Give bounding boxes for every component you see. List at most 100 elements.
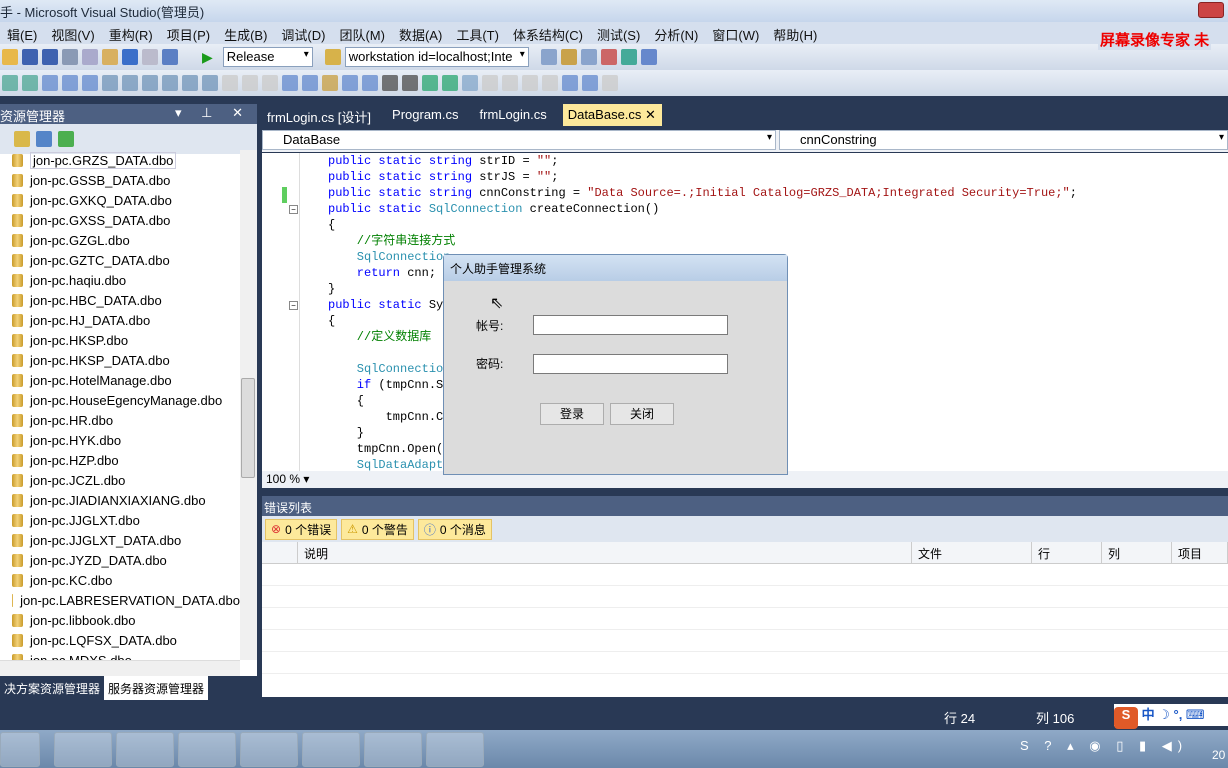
vs-taskbar-icon[interactable] bbox=[0, 732, 40, 767]
close-button[interactable]: 关闭 bbox=[610, 403, 674, 425]
toolbar-tool-icon[interactable] bbox=[482, 75, 498, 91]
taskbar-app-icon[interactable] bbox=[54, 732, 112, 767]
tree-item[interactable]: jon-pc.GXKQ_DATA.dbo bbox=[0, 190, 240, 210]
tab-solution-explorer[interactable]: 决方案资源管理器 bbox=[0, 676, 104, 700]
menu-item[interactable]: 重构(R) bbox=[102, 22, 160, 44]
tree-item[interactable]: jon-pc.GRZS_DATA.dbo bbox=[0, 150, 240, 170]
document-tab[interactable]: frmLogin.cs bbox=[475, 104, 563, 126]
tree-item[interactable]: jon-pc.MDXS.dbo bbox=[0, 650, 240, 660]
tree-item[interactable]: jon-pc.HZP.dbo bbox=[0, 450, 240, 470]
tree-item[interactable]: jon-pc.LABRESERVATION_DATA.dbo bbox=[0, 590, 240, 610]
collapse-icon[interactable]: − bbox=[289, 301, 298, 310]
tree-item[interactable]: jon-pc.HJ_DATA.dbo bbox=[0, 310, 240, 330]
scrollbar-thumb[interactable] bbox=[241, 378, 255, 478]
taskbar-app-icon[interactable] bbox=[364, 732, 422, 767]
tree-item[interactable]: jon-pc.JYZD_DATA.dbo bbox=[0, 550, 240, 570]
toolbar-tool-icon[interactable] bbox=[322, 75, 338, 91]
taskbar-app-icon[interactable] bbox=[116, 732, 174, 767]
tree-item[interactable]: jon-pc.HBC_DATA.dbo bbox=[0, 290, 240, 310]
document-tab[interactable]: Program.cs bbox=[387, 104, 474, 126]
toolbar-tool-icon[interactable] bbox=[620, 49, 637, 65]
menu-item[interactable]: 项目(P) bbox=[160, 22, 217, 44]
explorer-taskbar-icon[interactable] bbox=[178, 732, 236, 767]
toolbar-tool-icon[interactable] bbox=[302, 75, 318, 91]
close-window-button[interactable] bbox=[1198, 2, 1224, 18]
connect-server-icon[interactable] bbox=[36, 131, 52, 147]
sogou-icon[interactable]: S bbox=[1114, 707, 1138, 729]
toolbar-tool-icon[interactable] bbox=[540, 49, 557, 65]
toolbar-tool-icon[interactable] bbox=[382, 75, 398, 91]
account-input[interactable] bbox=[533, 315, 728, 335]
menu-item[interactable]: 窗口(W) bbox=[705, 22, 766, 44]
toolbar-tool-icon[interactable] bbox=[442, 75, 458, 91]
toolbar-tool-icon[interactable] bbox=[600, 49, 617, 65]
document-tab[interactable]: DataBase.cs ✕ bbox=[562, 104, 662, 126]
tree-item[interactable]: jon-pc.HotelManage.dbo bbox=[0, 370, 240, 390]
toolbar-tool-icon[interactable] bbox=[102, 75, 118, 91]
tree-item[interactable]: jon-pc.HYK.dbo bbox=[0, 430, 240, 450]
tree-item[interactable]: jon-pc.GZTC_DATA.dbo bbox=[0, 250, 240, 270]
tree-item[interactable]: jon-pc.haqiu.dbo bbox=[0, 270, 240, 290]
toolbar-tool-icon[interactable] bbox=[262, 75, 278, 91]
taskbar-app-icon[interactable] bbox=[302, 732, 360, 767]
taskbar-app-icon[interactable] bbox=[426, 732, 484, 767]
menu-item[interactable]: 辑(E) bbox=[0, 22, 44, 44]
member-select[interactable]: cnnConstring bbox=[779, 130, 1228, 150]
tree-item[interactable]: jon-pc.JIADIANXIAXIANG.dbo bbox=[0, 490, 240, 510]
toolbar-tool-icon[interactable] bbox=[580, 49, 597, 65]
toolbar-tool-icon[interactable] bbox=[522, 75, 538, 91]
connection-select[interactable]: workstation id=localhost;Inte bbox=[344, 47, 529, 67]
menu-item[interactable]: 帮助(H) bbox=[766, 22, 824, 44]
toolbar-tool-icon[interactable] bbox=[42, 75, 58, 91]
toolbar-tool-icon[interactable] bbox=[22, 75, 38, 91]
toolbar-tool-icon[interactable] bbox=[242, 75, 258, 91]
toolbar-tool-icon[interactable] bbox=[362, 75, 378, 91]
toolbar-tool-icon[interactable] bbox=[562, 75, 578, 91]
toolbar-tool-icon[interactable] bbox=[640, 49, 657, 65]
tree-item[interactable]: jon-pc.JJGLXT.dbo bbox=[0, 510, 240, 530]
open-icon[interactable] bbox=[2, 49, 18, 65]
refresh-icon[interactable] bbox=[14, 131, 30, 147]
tree-item[interactable]: jon-pc.HKSP_DATA.dbo bbox=[0, 350, 240, 370]
column-col[interactable]: 列 bbox=[1102, 542, 1172, 563]
tree-item[interactable]: jon-pc.GZGL.dbo bbox=[0, 230, 240, 250]
toolbar-tool-icon[interactable] bbox=[560, 49, 577, 65]
undo-icon[interactable] bbox=[122, 49, 138, 65]
menu-item[interactable]: 视图(V) bbox=[44, 22, 101, 44]
menu-item[interactable]: 数据(A) bbox=[392, 22, 449, 44]
toolbar-tool-icon[interactable] bbox=[402, 75, 418, 91]
toolbar-tool-icon[interactable] bbox=[162, 75, 178, 91]
toolbar-tool-icon[interactable] bbox=[62, 75, 78, 91]
menu-item[interactable]: 测试(S) bbox=[590, 22, 647, 44]
toolbar-tool-icon[interactable] bbox=[342, 75, 358, 91]
ime-mode-icon[interactable]: 中 ☽ °, ⌨ bbox=[1142, 707, 1205, 722]
class-select[interactable]: DataBase bbox=[262, 130, 776, 150]
menu-item[interactable]: 生成(B) bbox=[217, 22, 274, 44]
save-icon[interactable] bbox=[22, 49, 38, 65]
column-file[interactable]: 文件 bbox=[912, 542, 1032, 563]
toolbar-tool-icon[interactable] bbox=[502, 75, 518, 91]
messages-filter[interactable]: ⓘ 0 个消息 bbox=[417, 518, 492, 540]
tree-item[interactable]: jon-pc.GXSS_DATA.dbo bbox=[0, 210, 240, 230]
menu-item[interactable]: 团队(M) bbox=[332, 22, 392, 44]
toolbar-tool-icon[interactable] bbox=[602, 75, 618, 91]
connect-database-icon[interactable] bbox=[58, 131, 74, 147]
toolbar-tool-icon[interactable] bbox=[582, 75, 598, 91]
toolbar-tool-icon[interactable] bbox=[222, 75, 238, 91]
tree-horizontal-scrollbar[interactable] bbox=[0, 660, 240, 676]
column-line[interactable]: 行 bbox=[1032, 542, 1102, 563]
close-tab-icon[interactable]: ✕ bbox=[641, 107, 656, 122]
tree-item[interactable]: jon-pc.HouseEgencyManage.dbo bbox=[0, 390, 240, 410]
ime-bar[interactable]: S 中 ☽ °, ⌨ bbox=[1114, 704, 1228, 729]
warnings-filter[interactable]: ⚠ 0 个警告 bbox=[341, 518, 414, 540]
document-tab[interactable]: frmLogin.cs [设计] bbox=[262, 104, 387, 126]
toolbar-tool-icon[interactable] bbox=[122, 75, 138, 91]
config-select[interactable]: Release bbox=[222, 47, 313, 67]
menu-item[interactable]: 体系结构(C) bbox=[506, 22, 590, 44]
column-project[interactable]: 项目 bbox=[1172, 542, 1228, 563]
taskbar-app-icon[interactable] bbox=[240, 732, 298, 767]
tab-server-explorer[interactable]: 服务器资源管理器 bbox=[104, 676, 209, 700]
connection-icon[interactable] bbox=[324, 49, 341, 65]
password-input[interactable] bbox=[533, 354, 728, 374]
tree-vertical-scrollbar[interactable] bbox=[240, 150, 257, 660]
